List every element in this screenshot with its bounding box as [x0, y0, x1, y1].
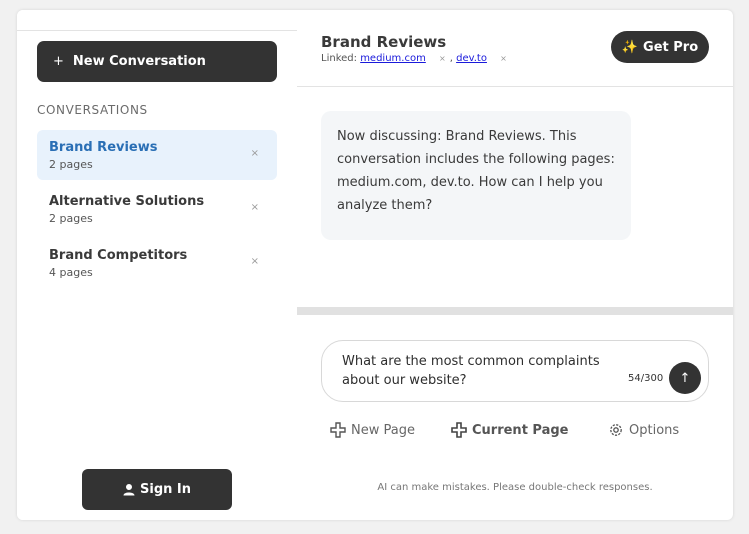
conversation-title: Brand Competitors: [49, 248, 188, 263]
gear-icon: [610, 424, 622, 436]
assistant-message: Now discussing: Brand Reviews. This conv…: [321, 111, 631, 240]
sign-in-label: Sign In: [140, 482, 191, 497]
app-panel: + New Conversation CONVERSATIONS Brand R…: [17, 10, 733, 520]
link-separator: ,: [449, 53, 453, 64]
conversation-title: Alternative Solutions: [49, 194, 205, 209]
sidebar-divider: [17, 30, 297, 31]
sparkle-icon: ✨: [621, 39, 639, 55]
conversation-page-count: 4 pages: [49, 266, 93, 279]
character-counter: 54/300: [628, 373, 664, 384]
user-icon: [123, 484, 135, 496]
close-icon[interactable]: ×: [251, 202, 259, 213]
conversation-item-brand-reviews[interactable]: Brand Reviews 2 pages ×: [37, 130, 277, 180]
plus-icon: [451, 422, 467, 438]
conversation-item-alternative-solutions[interactable]: Alternative Solutions 2 pages ×: [37, 184, 277, 234]
chat-header: Brand Reviews Linked: medium.com ×, dev.…: [297, 10, 733, 87]
get-pro-button[interactable]: ✨ Get Pro: [611, 31, 709, 63]
conversation-item-brand-competitors[interactable]: Brand Competitors 4 pages ×: [37, 238, 277, 288]
arrow-up-icon: ↑: [679, 370, 691, 386]
new-conversation-label: New Conversation: [72, 54, 206, 69]
conversations-heading: CONVERSATIONS: [37, 103, 148, 117]
message-input-box[interactable]: What are the most common complaints abou…: [321, 340, 709, 402]
close-icon[interactable]: ×: [251, 256, 259, 267]
new-page-label: New Page: [351, 422, 415, 438]
conversation-page-count: 2 pages: [49, 212, 93, 225]
message-input[interactable]: What are the most common complaints abou…: [342, 352, 612, 390]
remove-link-icon[interactable]: ×: [500, 54, 507, 63]
plus-icon: [330, 422, 346, 438]
options-button[interactable]: Options: [608, 422, 679, 438]
plus-icon: +: [53, 54, 64, 69]
chat-main: Brand Reviews Linked: medium.com ×, dev.…: [297, 10, 733, 520]
conversation-title: Brand Reviews: [49, 140, 158, 155]
current-page-button[interactable]: Current Page: [451, 422, 569, 438]
conversation-list: Brand Reviews 2 pages × Alternative Solu…: [37, 130, 277, 292]
linked-page-link-medium[interactable]: medium.com: [360, 53, 426, 64]
send-button[interactable]: ↑: [669, 362, 701, 394]
linked-pages: Linked: medium.com ×, dev.to ×: [321, 53, 511, 64]
chat-title: Brand Reviews: [321, 33, 447, 51]
chat-divider: [297, 307, 733, 315]
conversation-page-count: 2 pages: [49, 158, 93, 171]
linked-label: Linked:: [321, 53, 357, 64]
close-icon[interactable]: ×: [251, 148, 259, 159]
disclaimer-text: AI can make mistakes. Please double-chec…: [377, 482, 653, 493]
action-bar: New Page Current Page Options: [297, 422, 733, 442]
options-label: Options: [629, 422, 680, 438]
current-page-label: Current Page: [472, 422, 569, 438]
sign-in-button[interactable]: Sign In: [82, 469, 232, 510]
get-pro-label: Get Pro: [643, 39, 699, 55]
sidebar: + New Conversation CONVERSATIONS Brand R…: [17, 10, 297, 520]
remove-link-icon[interactable]: ×: [439, 54, 446, 63]
new-page-button[interactable]: New Page: [330, 422, 415, 438]
linked-page-link-devto[interactable]: dev.to: [456, 53, 487, 64]
new-conversation-button[interactable]: + New Conversation: [37, 41, 277, 82]
